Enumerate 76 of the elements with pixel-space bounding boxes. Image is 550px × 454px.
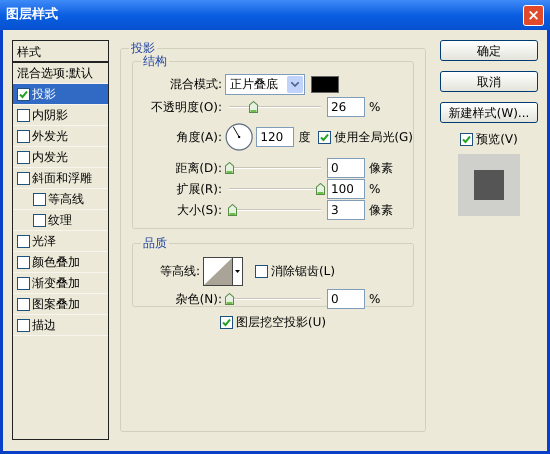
blend-mode-dropdown[interactable]: 正片叠底 bbox=[225, 74, 305, 94]
dialog-button[interactable]: 新建样式(W)... bbox=[440, 102, 538, 123]
checkbox[interactable] bbox=[17, 130, 30, 142]
window-title: 图层样式 bbox=[6, 6, 58, 24]
style-list-item[interactable]: 颜色叠加 bbox=[13, 252, 108, 273]
preview-checkbox[interactable] bbox=[460, 132, 474, 146]
checkmark-icon bbox=[222, 318, 231, 326]
style-list-item[interactable]: 光泽 bbox=[13, 231, 108, 252]
checkbox[interactable] bbox=[17, 88, 30, 100]
input-field[interactable]: 120 bbox=[256, 127, 294, 147]
checkbox[interactable] bbox=[33, 192, 46, 206]
unit-label: 像素 bbox=[369, 202, 393, 218]
global-light-checkbox[interactable] bbox=[318, 130, 332, 144]
input-field[interactable]: 100 bbox=[327, 178, 365, 198]
checkbox-label: 预览(V) bbox=[476, 131, 518, 148]
checkmark-icon bbox=[19, 90, 28, 98]
unit-label: % bbox=[369, 290, 380, 308]
checkbox[interactable] bbox=[17, 318, 30, 332]
style-list-item[interactable]: 描边 bbox=[13, 315, 108, 336]
slider-thumb[interactable] bbox=[225, 162, 234, 174]
field-label: 杂色(N): bbox=[174, 290, 223, 308]
checkbox[interactable] bbox=[17, 172, 30, 184]
style-list-item[interactable]: 渐变叠加 bbox=[13, 273, 108, 294]
field-label: 角度(A): bbox=[175, 129, 223, 146]
checkbox-label: 消除锯齿(L) bbox=[271, 263, 336, 280]
style-list-item[interactable]: 投影 bbox=[13, 84, 108, 105]
checkbox[interactable] bbox=[17, 256, 30, 268]
knockout-checkbox[interactable] bbox=[220, 316, 233, 328]
field-label: 扩展(R): bbox=[175, 180, 223, 198]
preview-square bbox=[474, 170, 504, 200]
checkbox[interactable] bbox=[33, 214, 46, 226]
unit-label: % bbox=[369, 180, 380, 198]
checkbox[interactable] bbox=[17, 150, 30, 164]
checkbox-label: 图层挖空投影(U) bbox=[236, 314, 326, 331]
field-label: 大小(S): bbox=[176, 202, 223, 218]
field-label: 混合模式: bbox=[168, 76, 223, 93]
group-title: 结构 bbox=[141, 53, 169, 69]
style-list-item[interactable]: 图案叠加 bbox=[13, 294, 108, 315]
unit-label: % bbox=[369, 98, 380, 116]
slider-thumb[interactable] bbox=[316, 182, 325, 194]
unit-label: 度 bbox=[298, 129, 310, 146]
slider-thumb[interactable] bbox=[248, 100, 258, 112]
slider-thumb[interactable] bbox=[228, 204, 237, 216]
style-list-item[interactable]: 内阴影 bbox=[13, 105, 108, 126]
input-field[interactable]: 26 bbox=[327, 96, 365, 116]
styles-header: 样式 bbox=[13, 41, 108, 63]
input-field[interactable]: 0 bbox=[327, 288, 365, 308]
style-list-item[interactable]: 外发光 bbox=[13, 126, 108, 147]
checkbox-label: 使用全局光(G) bbox=[334, 129, 413, 146]
input-field[interactable]: 0 bbox=[327, 158, 365, 178]
dropdown-arrow-icon bbox=[232, 258, 242, 284]
color-swatch[interactable] bbox=[311, 76, 339, 92]
checkmark-icon bbox=[462, 134, 472, 144]
unit-label: 像素 bbox=[369, 160, 393, 176]
style-list-item[interactable]: 内发光 bbox=[13, 147, 108, 168]
checkbox[interactable] bbox=[17, 298, 30, 310]
checkbox[interactable] bbox=[17, 108, 30, 122]
style-list-item[interactable]: 等高线 bbox=[13, 189, 108, 210]
checkbox[interactable] bbox=[17, 276, 30, 290]
group-title: 投影 bbox=[129, 40, 157, 56]
input-field[interactable]: 3 bbox=[327, 200, 365, 220]
close-button[interactable]: × bbox=[523, 4, 544, 26]
field-label: 距离(D): bbox=[174, 160, 223, 176]
dialog-button[interactable]: 取消 bbox=[440, 71, 538, 92]
checkbox[interactable] bbox=[17, 234, 30, 248]
contour-icon bbox=[204, 258, 232, 284]
dialog-button[interactable]: 确定 bbox=[440, 40, 538, 61]
style-list-item[interactable]: 斜面和浮雕 bbox=[13, 168, 108, 189]
group-title: 品质 bbox=[141, 235, 169, 251]
style-list-item[interactable]: 纹理 bbox=[13, 210, 108, 231]
anti-alias-checkbox[interactable] bbox=[255, 264, 268, 278]
field-label: 不透明度(O): bbox=[150, 98, 223, 116]
slider-thumb[interactable] bbox=[225, 292, 234, 304]
contour-picker[interactable] bbox=[203, 256, 243, 286]
field-label: 等高线: bbox=[158, 263, 201, 280]
checkmark-icon bbox=[320, 132, 330, 142]
